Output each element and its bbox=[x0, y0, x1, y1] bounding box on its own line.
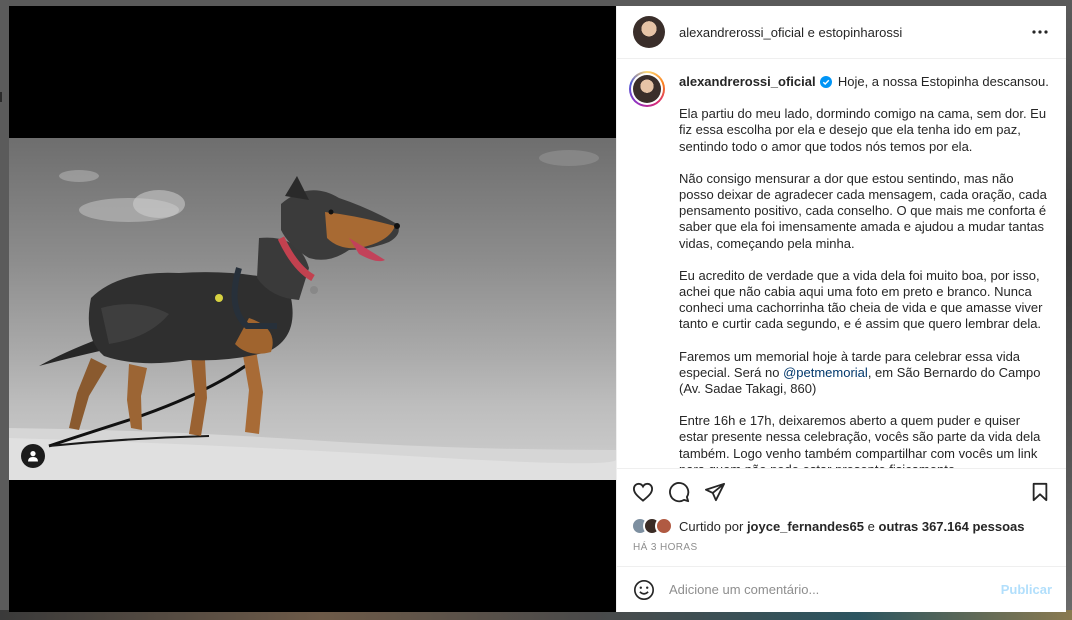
heart-icon bbox=[632, 482, 654, 502]
caption-author-avatar bbox=[633, 75, 661, 103]
user-tag-icon[interactable] bbox=[21, 444, 45, 468]
verified-badge-icon bbox=[820, 76, 833, 88]
dog-photo bbox=[9, 138, 616, 480]
caption-scroll-area[interactable]: alexandrerossi_oficial Hoje, a nossa Est… bbox=[617, 59, 1066, 468]
send-icon bbox=[705, 482, 725, 501]
author-avatar[interactable] bbox=[633, 16, 665, 48]
caption-paragraph: Eu acredito de verdade que a vida dela f… bbox=[679, 267, 1043, 332]
caption-paragraph: Não consigo mensurar a dor que estou sen… bbox=[679, 170, 1047, 251]
post-panel: alexandrerossi_oficial e estopinharossi … bbox=[616, 6, 1066, 612]
story-ring[interactable] bbox=[629, 71, 665, 107]
liker-avatars bbox=[631, 517, 673, 535]
publish-button[interactable]: Publicar bbox=[1001, 582, 1052, 597]
person-glyph-icon bbox=[28, 451, 38, 462]
comment-icon bbox=[669, 481, 690, 502]
save-button[interactable] bbox=[1026, 478, 1054, 506]
backdrop-left-edge bbox=[0, 0, 9, 620]
caption-paragraph: Faremos um memorial hoje à tarde para ce… bbox=[679, 348, 1041, 397]
more-horizontal-icon bbox=[1032, 30, 1048, 34]
mention-link[interactable]: @petmemorial bbox=[783, 365, 868, 380]
post-authors[interactable]: alexandrerossi_oficial e estopinharossi bbox=[679, 25, 1028, 40]
caption-paragraph: Ela partiu do meu lado, dormindo comigo … bbox=[679, 106, 1047, 154]
caption-first-line: Hoje, a nossa Estopinha descansou. bbox=[837, 74, 1049, 89]
comment-button[interactable] bbox=[665, 478, 693, 506]
post-media[interactable] bbox=[9, 6, 616, 612]
likes-summary: Curtido por joyce_fernandes65 e outras 3… bbox=[617, 514, 1066, 538]
post-header: alexandrerossi_oficial e estopinharossi bbox=[617, 6, 1066, 59]
caption-paragraph: Entre 16h e 17h, deixaremos aberto a que… bbox=[679, 413, 1041, 468]
post-modal: alexandrerossi_oficial e estopinharossi … bbox=[9, 6, 1066, 612]
caption: alexandrerossi_oficial Hoje, a nossa Est… bbox=[629, 71, 1050, 468]
caption-text: alexandrerossi_oficial Hoje, a nossa Est… bbox=[679, 71, 1049, 468]
like-button[interactable] bbox=[629, 478, 657, 506]
more-options-button[interactable] bbox=[1028, 20, 1052, 44]
likes-count-link[interactable]: outras 367.164 pessoas bbox=[879, 519, 1025, 534]
caption-username[interactable]: alexandrerossi_oficial bbox=[679, 74, 816, 89]
dog-photo-art bbox=[9, 150, 616, 480]
share-button[interactable] bbox=[701, 478, 729, 506]
action-bar bbox=[617, 468, 1066, 514]
smiley-icon[interactable] bbox=[633, 579, 655, 601]
liker-avatar bbox=[655, 517, 673, 535]
comment-input[interactable] bbox=[669, 582, 1001, 597]
bookmark-icon bbox=[1032, 482, 1048, 501]
post-timestamp[interactable]: HÁ 3 HORAS bbox=[617, 538, 1066, 566]
liker-username[interactable]: joyce_fernandes65 bbox=[747, 519, 864, 534]
comment-form: Publicar bbox=[617, 566, 1066, 612]
